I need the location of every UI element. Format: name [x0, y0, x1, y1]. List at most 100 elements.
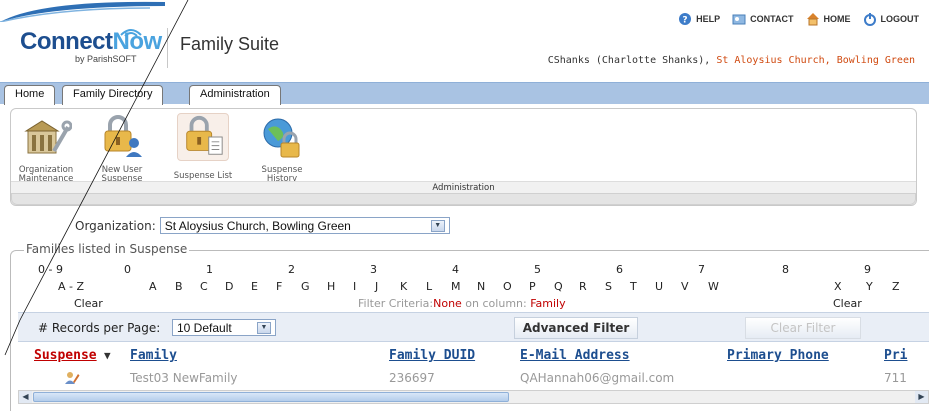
- filter-criteria-row: Clear Filter Criteria:None on column: Fa…: [18, 296, 929, 312]
- filter-8[interactable]: 8: [782, 263, 789, 276]
- filter-z[interactable]: Z: [892, 280, 900, 293]
- filter-i[interactable]: I: [353, 280, 356, 293]
- advanced-filter-button[interactable]: Advanced Filter: [514, 317, 638, 339]
- tab-home[interactable]: Home: [4, 85, 56, 105]
- administration-panel: Organization Maintenance New User Suspen…: [10, 108, 917, 206]
- help-label: HELP: [696, 14, 721, 24]
- contact-link[interactable]: CONTACT: [732, 12, 794, 26]
- clear-left-link[interactable]: Clear: [74, 297, 103, 310]
- filter-r[interactable]: R: [579, 280, 587, 293]
- signal-icon: [120, 29, 142, 37]
- organization-label: Organization:: [75, 218, 156, 233]
- filter-4[interactable]: 4: [452, 263, 459, 276]
- organization-maintenance-button[interactable]: Organization Maintenance: [11, 113, 81, 184]
- filter-c[interactable]: C: [200, 280, 208, 293]
- tab-family-directory[interactable]: Family Directory: [62, 85, 164, 105]
- scroll-right-icon[interactable]: ▶: [915, 391, 928, 403]
- filter-l[interactable]: L: [426, 280, 432, 293]
- scroll-left-icon[interactable]: ◀: [19, 391, 32, 403]
- filter-w[interactable]: W: [708, 280, 719, 293]
- suspense-list-button[interactable]: Suspense List: [163, 113, 243, 181]
- filter-q[interactable]: Q: [554, 280, 563, 293]
- records-per-page-select[interactable]: 10 Default ▼: [172, 319, 276, 336]
- church-link[interactable]: St Aloysius Church, Bowling Green: [716, 55, 915, 66]
- logo-connect-text: Connect: [20, 28, 113, 55]
- filter-x[interactable]: X: [834, 280, 842, 293]
- clear-right-link[interactable]: Clear: [833, 297, 862, 310]
- filter-e[interactable]: E: [251, 280, 258, 293]
- organization-select[interactable]: St Aloysius Church, Bowling Green ▼: [159, 217, 450, 234]
- filter-v[interactable]: V: [681, 280, 689, 293]
- logout-link[interactable]: LOGOUT: [863, 12, 920, 26]
- chevron-down-icon: ▼: [257, 321, 271, 334]
- alpha-filter-row: A - Z A B C D E F G H I J K L M N O P Q …: [18, 279, 929, 295]
- numeric-filter-row: 0 - 9 0 1 2 3 4 5 6 7 8 9: [18, 262, 929, 278]
- column-pri-truncated[interactable]: Pri: [884, 348, 907, 363]
- filter-t[interactable]: T: [630, 280, 637, 293]
- row-pri-truncated: 711: [884, 371, 907, 385]
- filter-y[interactable]: Y: [866, 280, 873, 293]
- app-header: ConnectNow by ParishSOFT Family Suite ? …: [0, 0, 929, 82]
- clear-filter-button[interactable]: Clear Filter: [745, 317, 861, 339]
- filter-1[interactable]: 1: [206, 263, 213, 276]
- filter-mid: on column:: [461, 297, 531, 310]
- filter-value: None: [433, 297, 462, 310]
- column-suspense[interactable]: Suspense: [34, 348, 97, 363]
- home-link[interactable]: HOME: [806, 12, 851, 26]
- column-primary-phone[interactable]: Primary Phone: [727, 348, 829, 363]
- tab-administration[interactable]: Administration: [189, 85, 281, 105]
- filter-d[interactable]: D: [225, 280, 233, 293]
- filter-g[interactable]: G: [301, 280, 310, 293]
- horizontal-scrollbar[interactable]: ◀ ▶: [18, 390, 929, 404]
- records-per-page-value: 10 Default: [177, 320, 232, 335]
- filter-f[interactable]: F: [276, 280, 282, 293]
- filter-b[interactable]: B: [175, 280, 183, 293]
- filter-j[interactable]: J: [375, 280, 378, 293]
- filter-0[interactable]: 0: [124, 263, 131, 276]
- suspense-history-button[interactable]: Suspense History: [247, 113, 317, 184]
- help-link[interactable]: ? HELP: [678, 12, 720, 26]
- filter-k[interactable]: K: [400, 280, 407, 293]
- table-row[interactable]: Test03 NewFamily 236697 QAHannah06@gmail…: [18, 368, 929, 388]
- filter-a-z[interactable]: A - Z: [58, 280, 84, 293]
- suspense-edit-icon[interactable]: [64, 370, 80, 386]
- filter-5[interactable]: 5: [534, 263, 541, 276]
- column-email[interactable]: E-Mail Address: [520, 348, 630, 363]
- filter-u[interactable]: U: [655, 280, 663, 293]
- filter-9[interactable]: 9: [864, 263, 871, 276]
- filter-n[interactable]: N: [477, 280, 485, 293]
- suite-title: Family Suite: [180, 34, 280, 54]
- records-per-page-label: # Records per Page:: [38, 321, 161, 335]
- column-family[interactable]: Family: [130, 348, 177, 363]
- logout-label: LOGOUT: [880, 14, 920, 24]
- new-user-suspense-button[interactable]: New User Suspense: [87, 113, 157, 184]
- main-tabs: Home Family Directory Administration: [0, 82, 929, 105]
- contact-label: CONTACT: [750, 14, 794, 24]
- row-email: QAHannah06@gmail.com: [520, 371, 675, 385]
- row-family-duid: 236697: [389, 371, 435, 385]
- filter-2[interactable]: 2: [288, 263, 295, 276]
- column-family-duid[interactable]: Family DUID: [389, 348, 475, 363]
- row-family[interactable]: Test03 NewFamily: [130, 371, 238, 385]
- filter-o[interactable]: O: [503, 280, 512, 293]
- families-legend: Families listed in Suspense: [24, 242, 190, 256]
- filter-a[interactable]: A: [149, 280, 157, 293]
- organization-row: Organization: St Aloysius Church, Bowlin…: [75, 217, 450, 234]
- filter-0-9[interactable]: 0 - 9: [38, 263, 63, 276]
- filter-s[interactable]: S: [605, 280, 612, 293]
- lock-globe-icon: [263, 118, 300, 158]
- scrollbar-thumb[interactable]: [33, 392, 509, 402]
- filter-m[interactable]: M: [451, 280, 461, 293]
- grid-toolbar: # Records per Page: 10 Default ▼ Advance…: [18, 312, 929, 342]
- filter-6[interactable]: 6: [616, 263, 623, 276]
- filter-h[interactable]: H: [327, 280, 335, 293]
- panel-caption: Administration: [11, 181, 916, 193]
- filter-p[interactable]: P: [529, 280, 536, 293]
- filter-7[interactable]: 7: [698, 263, 705, 276]
- home-label: HOME: [823, 14, 851, 24]
- lock-user-icon: [104, 115, 142, 157]
- filter-3[interactable]: 3: [370, 263, 377, 276]
- contact-icon: [732, 14, 746, 25]
- user-name: CShanks (Charlotte Shanks),: [547, 55, 711, 66]
- grid-header: Suspense ▼ Family Family DUID E-Mail Add…: [18, 346, 929, 366]
